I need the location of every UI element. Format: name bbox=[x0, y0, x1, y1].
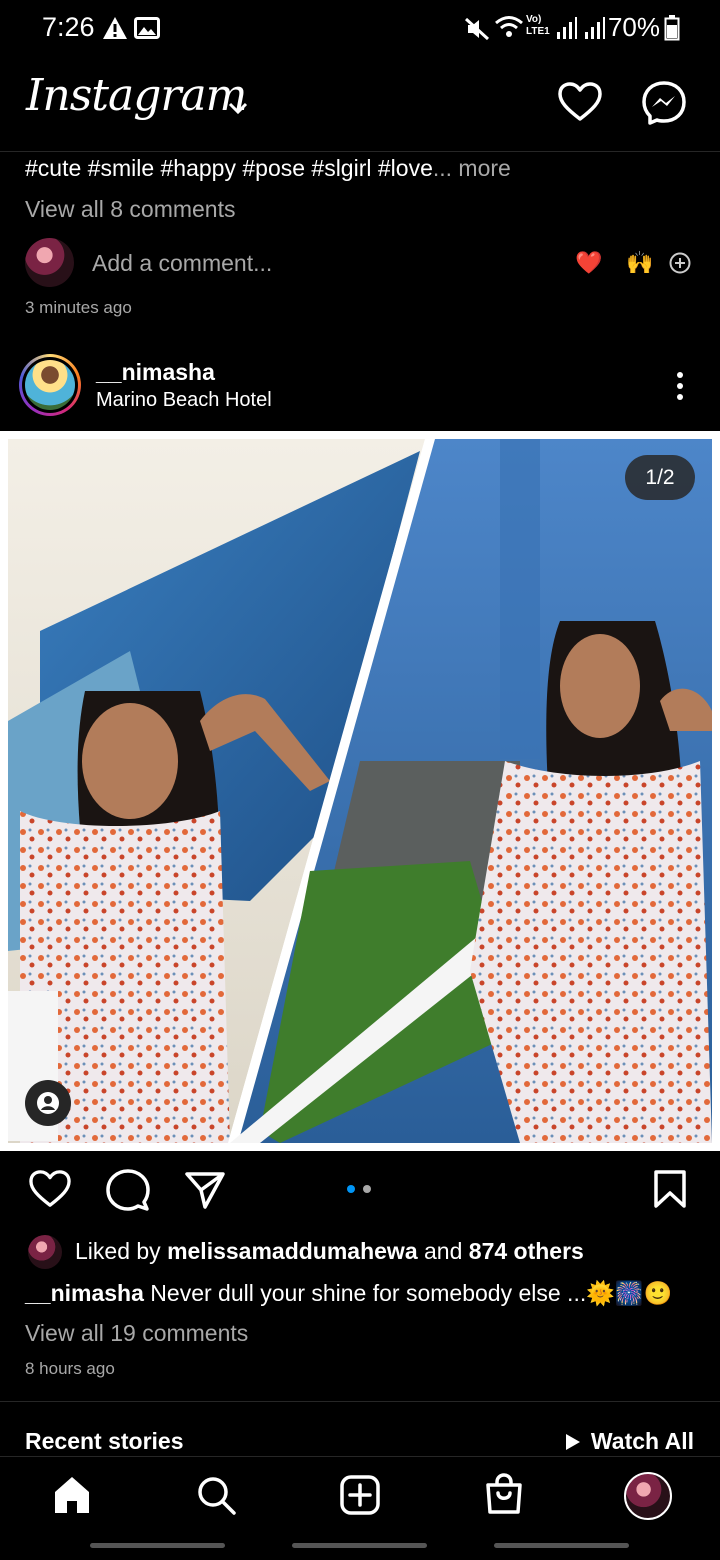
messenger-icon[interactable] bbox=[641, 80, 687, 126]
instagram-logo[interactable]: Instagram bbox=[26, 70, 247, 121]
status-time: 7:26 bbox=[42, 12, 95, 42]
post-time-ago: 3 minutes ago bbox=[25, 298, 132, 317]
caption-text: Never dull your shine for somebody else … bbox=[143, 1280, 673, 1306]
more-options-icon[interactable] bbox=[670, 370, 690, 402]
signal-icon-1 bbox=[556, 16, 578, 40]
carousel-dot bbox=[363, 1185, 371, 1193]
post-image[interactable] bbox=[0, 431, 720, 1151]
heart-icon[interactable] bbox=[557, 81, 603, 123]
quick-reaction-heart[interactable]: ❤️ bbox=[575, 250, 602, 276]
share-icon[interactable] bbox=[184, 1170, 226, 1210]
post-caption: __nimasha Never dull your shine for some… bbox=[25, 1280, 672, 1307]
liked-by-avatar bbox=[28, 1235, 62, 1269]
post-username[interactable]: __nimasha bbox=[96, 359, 215, 386]
battery-percent: 70% bbox=[607, 12, 660, 42]
post-location[interactable]: Marino Beach Hotel bbox=[96, 389, 272, 412]
gesture-bar-right bbox=[494, 1543, 629, 1548]
create-icon[interactable] bbox=[340, 1475, 380, 1515]
comment-avatar bbox=[25, 238, 74, 287]
alert-icon bbox=[102, 16, 128, 40]
divider bbox=[0, 1401, 720, 1402]
add-comment-input[interactable]: Add a comment... bbox=[92, 250, 272, 277]
network-label: Vo) LTE1 bbox=[526, 14, 550, 37]
image-counter: 1/2 bbox=[625, 455, 695, 500]
hashtags-text: #cute #smile #happy #pose #slgirl #love bbox=[25, 155, 433, 181]
status-bar: 7:26 Vo) LTE1 70% bbox=[0, 0, 720, 58]
home-icon[interactable] bbox=[52, 1475, 92, 1515]
liked-by-text: Liked by melissamaddumahewa and 874 othe… bbox=[75, 1238, 584, 1265]
hashtags-caption: #cute #smile #happy #pose #slgirl #love.… bbox=[25, 155, 511, 182]
liked-by-prefix: Liked by bbox=[75, 1238, 168, 1264]
gesture-bar-center bbox=[292, 1543, 427, 1548]
save-bookmark-icon[interactable] bbox=[653, 1169, 687, 1209]
carousel-dot-active bbox=[347, 1185, 355, 1193]
signal-icon-2 bbox=[584, 16, 606, 40]
like-icon[interactable] bbox=[28, 1169, 72, 1209]
view-comments-link[interactable]: View all 8 comments bbox=[25, 196, 236, 223]
watch-all-label: Watch All bbox=[590, 1428, 694, 1454]
add-reaction-icon[interactable] bbox=[669, 252, 691, 274]
watch-all-button[interactable]: Watch All bbox=[565, 1428, 694, 1455]
gesture-bar-left bbox=[90, 1543, 225, 1548]
liked-by-and: and bbox=[417, 1238, 469, 1264]
caption-username[interactable]: __nimasha bbox=[25, 1280, 144, 1306]
search-icon[interactable] bbox=[196, 1475, 236, 1515]
image-icon bbox=[134, 17, 160, 39]
view-all-comments-link[interactable]: View all 19 comments bbox=[25, 1320, 248, 1347]
play-icon bbox=[565, 1433, 580, 1450]
post-time-ago-2: 8 hours ago bbox=[25, 1359, 115, 1378]
more-link[interactable]: ... more bbox=[433, 155, 511, 181]
liked-by-user[interactable]: melissamaddumahewa bbox=[167, 1238, 418, 1264]
story-avatar[interactable] bbox=[19, 354, 81, 416]
battery-icon bbox=[664, 15, 680, 41]
liked-by-others[interactable]: 874 others bbox=[469, 1238, 584, 1264]
wifi-icon bbox=[494, 14, 524, 40]
recent-stories-title: Recent stories bbox=[25, 1428, 184, 1454]
chevron-down-icon[interactable] bbox=[228, 102, 248, 116]
tagged-users-icon[interactable] bbox=[25, 1080, 71, 1126]
profile-avatar[interactable] bbox=[624, 1472, 672, 1520]
comment-icon[interactable] bbox=[106, 1169, 150, 1213]
shop-icon[interactable] bbox=[484, 1473, 524, 1515]
app-header: Instagram bbox=[0, 58, 720, 152]
mute-icon bbox=[464, 17, 490, 41]
quick-reaction-hands[interactable]: 🙌 bbox=[626, 250, 653, 276]
